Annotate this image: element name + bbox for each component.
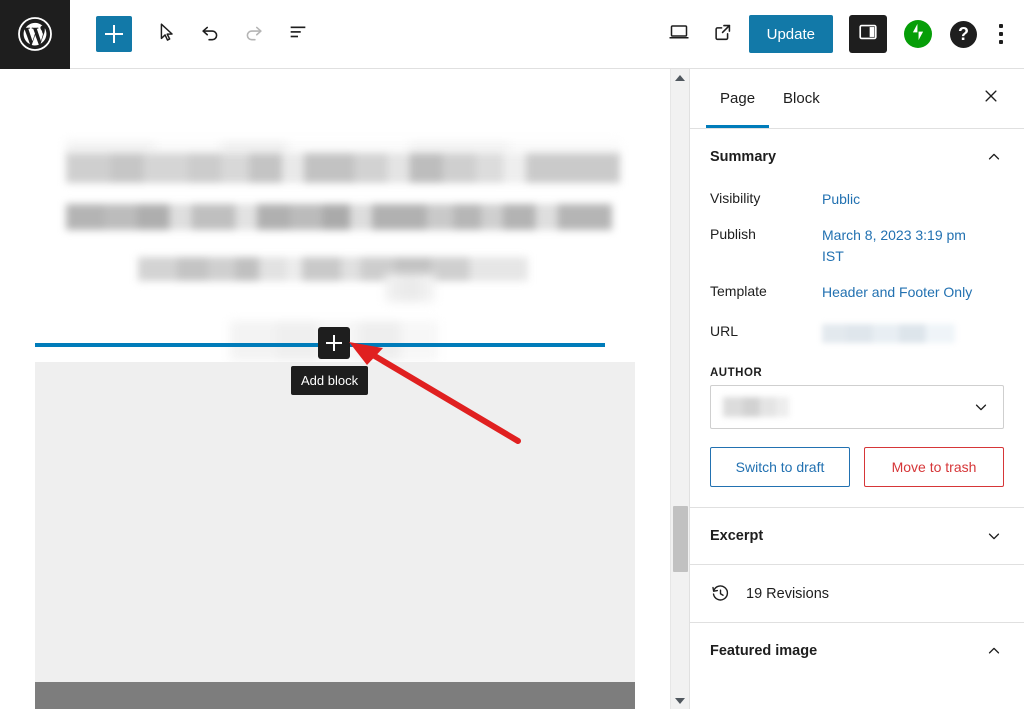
chevron-down-icon: [971, 397, 991, 417]
revisions-row[interactable]: 19 Revisions: [690, 565, 1024, 622]
tab-page[interactable]: Page: [706, 69, 770, 128]
author-value-redacted: [723, 397, 789, 418]
field-value-url-redacted[interactable]: [822, 324, 955, 344]
redacted-content-line: [138, 257, 528, 281]
settings-sidebar-toggle[interactable]: [849, 15, 887, 53]
toolbar-view-site-button[interactable]: [701, 12, 745, 56]
undo-arrow-icon: [199, 21, 221, 48]
sidebar-tabs: Page Block: [690, 69, 1024, 129]
toolbar-tools-button[interactable]: [144, 12, 188, 56]
kebab-menu-icon: [999, 40, 1003, 44]
field-label-url: URL: [710, 323, 739, 340]
canvas-scrollbar[interactable]: [670, 69, 689, 709]
scrollbar-thumb[interactable]: [673, 506, 688, 572]
field-label-template: Template: [710, 282, 767, 299]
kebab-menu-icon: [999, 32, 1003, 36]
scrollbar-down-arrow[interactable]: [671, 692, 689, 709]
toolbar-add-block-button[interactable]: [96, 16, 132, 52]
revisions-label: 19 Revisions: [746, 585, 830, 602]
summary-title: Summary: [710, 149, 777, 165]
wordpress-logo-button[interactable]: [0, 0, 70, 69]
add-block-inserter-button[interactable]: [318, 327, 350, 359]
editor-toolbar: Update ?: [0, 0, 1024, 69]
author-label: AUTHOR: [710, 367, 763, 380]
excerpt-section-header[interactable]: Excerpt: [690, 508, 1024, 564]
toolbar-list-view-button[interactable]: [276, 12, 320, 56]
toolbar-preview-button[interactable]: [657, 12, 701, 56]
add-block-tooltip: Add block: [291, 366, 369, 395]
toolbar-redo-button[interactable]: [232, 12, 276, 56]
featured-image-section-header[interactable]: Featured image: [690, 623, 1024, 679]
scrollbar-up-arrow[interactable]: [671, 69, 689, 86]
toolbar-undo-button[interactable]: [188, 12, 232, 56]
summary-section-header[interactable]: Summary: [690, 129, 1024, 181]
excerpt-title: Excerpt: [710, 528, 764, 545]
switch-to-draft-button[interactable]: Switch to draft: [710, 447, 850, 488]
chevron-up-icon: [984, 147, 1004, 167]
toolbar-left-group: [70, 12, 320, 56]
scroll-up-arrow-icon: [675, 74, 685, 81]
redo-arrow-icon: [243, 21, 265, 48]
list-view-icon: [287, 21, 309, 48]
options-menu-button[interactable]: [988, 17, 1014, 51]
help-question-icon: ?: [958, 23, 969, 44]
desktop-preview-icon: [667, 20, 691, 49]
field-label-visibility: Visibility: [710, 190, 761, 206]
field-label-publish: Publish: [710, 226, 756, 243]
revision-history-icon: [710, 583, 734, 604]
field-publish: Publish March 8, 2023 3:19 pm IST: [690, 217, 1024, 274]
settings-sidebar: Page Block Summary Visibility Public Pub…: [689, 69, 1024, 709]
featured-image-title: Featured image: [710, 643, 818, 660]
jetpack-bolt-icon: [907, 21, 929, 48]
plus-icon: [326, 335, 342, 351]
external-link-icon: [712, 21, 734, 48]
field-value-visibility[interactable]: Public: [822, 189, 860, 209]
wordpress-logo-icon: [17, 16, 53, 52]
close-sidebar-button[interactable]: [974, 82, 1008, 116]
cursor-tools-icon: [155, 21, 177, 48]
field-visibility: Visibility Public: [690, 181, 1024, 217]
settings-panel-icon: [857, 21, 879, 48]
author-select[interactable]: [710, 385, 1004, 430]
plus-icon: [105, 25, 123, 43]
redacted-content-line: [385, 274, 435, 302]
field-template: Template Header and Footer Only: [690, 274, 1024, 310]
help-button[interactable]: ?: [950, 20, 977, 48]
field-value-publish[interactable]: March 8, 2023 3:19 pm IST: [822, 225, 982, 266]
kebab-menu-icon: [999, 24, 1003, 28]
jetpack-button[interactable]: [904, 20, 932, 48]
close-icon: [982, 87, 1000, 111]
redacted-content-line: [66, 204, 612, 230]
editor-canvas[interactable]: Add block: [0, 69, 670, 709]
update-button[interactable]: Update: [748, 15, 833, 53]
tab-block[interactable]: Block: [769, 69, 834, 128]
toolbar-right-group: Update ?: [657, 12, 1024, 56]
chevron-down-icon: [984, 526, 1004, 546]
chevron-up-icon: [984, 641, 1004, 661]
scroll-down-arrow-icon: [675, 697, 685, 704]
wordpress-block-editor: Update ? Add block Page Block Summary Vi…: [0, 0, 1024, 709]
placeholder-footer-bar[interactable]: [35, 682, 635, 709]
redacted-content-line: [66, 153, 620, 183]
field-value-template[interactable]: Header and Footer Only: [822, 282, 972, 302]
placeholder-block[interactable]: [35, 362, 635, 682]
field-url: URL: [690, 310, 1024, 351]
move-to-trash-button[interactable]: Move to trash: [864, 447, 1004, 488]
summary-action-buttons: Switch to draft Move to trash: [690, 429, 1024, 507]
